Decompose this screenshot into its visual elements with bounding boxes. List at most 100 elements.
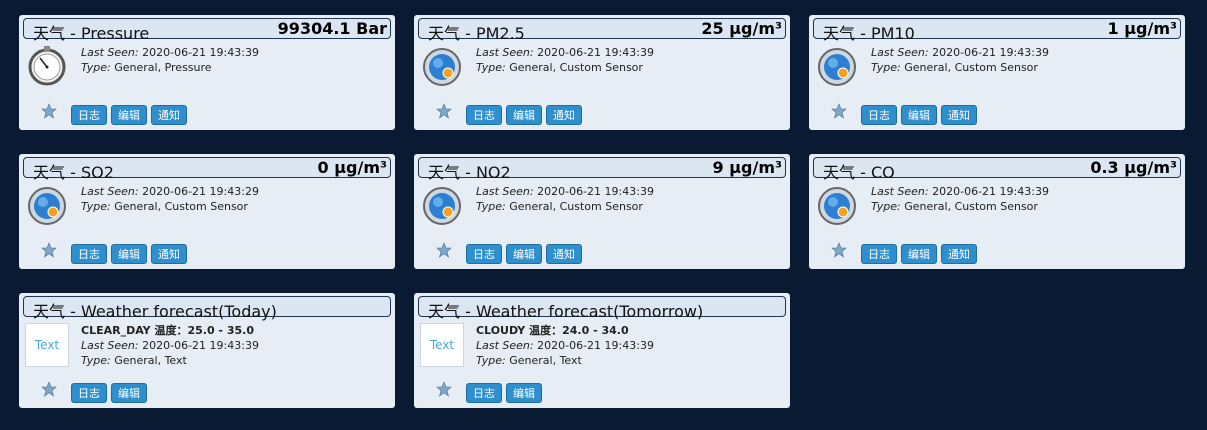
card-title: 天气 - Weather forecast(Tomorrow) (428, 302, 704, 321)
text-icon: Text (25, 323, 69, 367)
edit-button[interactable]: 编辑 (506, 244, 542, 264)
card-title: 天气 - Pressure (33, 24, 150, 43)
card-value: 1 μg/m³ (1107, 19, 1177, 38)
notify-button[interactable]: 通知 (941, 244, 977, 264)
last-seen-label: Last Seen: (476, 46, 534, 59)
notify-button[interactable]: 通知 (546, 105, 582, 125)
custom-sensor-icon (28, 187, 66, 225)
device-card-pm25: 天气 - PM2.5 25 μg/m³ Last Seen: 2020-06-2… (414, 15, 790, 130)
last-seen-value: 2020-06-21 19:43:39 (142, 46, 259, 59)
card-value: 99304.1 Bar (277, 19, 387, 38)
device-card-so2: 天气 - SO2 0 μg/m³ Last Seen: 2020-06-21 1… (19, 154, 395, 269)
favorite-star-icon[interactable] (41, 103, 57, 119)
card-header: 天气 - SO2 0 μg/m³ (23, 157, 391, 182)
edit-button[interactable]: 编辑 (901, 244, 937, 264)
type-value: General, Custom Sensor (904, 200, 1038, 213)
log-button[interactable]: 日志 (466, 244, 502, 264)
last-seen-label: Last Seen: (871, 185, 929, 198)
edit-button[interactable]: 编辑 (506, 383, 542, 403)
favorite-star-icon[interactable] (41, 381, 57, 397)
card-value: 0.3 μg/m³ (1090, 158, 1177, 177)
forecast-status: CLOUDY 温度：24.0 - 34.0 (476, 324, 629, 337)
device-card-co: 天气 - CO 0.3 μg/m³ Last Seen: 2020-06-21 … (809, 154, 1185, 269)
card-header: 天气 - Pressure 99304.1 Bar (23, 18, 391, 43)
last-seen-label: Last Seen: (81, 185, 139, 198)
log-button[interactable]: 日志 (466, 105, 502, 125)
card-value: 9 μg/m³ (712, 158, 782, 177)
type-value: General, Custom Sensor (509, 200, 643, 213)
last-seen-value: 2020-06-21 19:43:39 (537, 185, 654, 198)
type-value: General, Custom Sensor (509, 61, 643, 74)
type-label: Type: (871, 200, 901, 213)
card-info: Last Seen: 2020-06-21 19:43:39 Type: Gen… (871, 184, 1049, 214)
pressure-gauge-icon (28, 46, 66, 86)
custom-sensor-icon (818, 48, 856, 86)
type-value: General, Text (509, 354, 582, 367)
card-info: Last Seen: 2020-06-21 19:43:39 Type: Gen… (81, 45, 259, 75)
type-label: Type: (81, 61, 111, 74)
type-label: Type: (871, 61, 901, 74)
card-info: Last Seen: 2020-06-21 19:43:29 Type: Gen… (81, 184, 259, 214)
last-seen-label: Last Seen: (871, 46, 929, 59)
log-button[interactable]: 日志 (466, 383, 502, 403)
type-value: General, Pressure (114, 61, 212, 74)
custom-sensor-icon (423, 187, 461, 225)
card-title: 天气 - CO (823, 163, 895, 182)
card-title: 天气 - SO2 (33, 163, 114, 182)
edit-button[interactable]: 编辑 (506, 105, 542, 125)
card-header: 天气 - Weather forecast(Tomorrow) (418, 296, 786, 321)
card-title: 天气 - Weather forecast(Today) (33, 302, 277, 321)
favorite-star-icon[interactable] (436, 103, 452, 119)
favorite-star-icon[interactable] (436, 242, 452, 258)
log-button[interactable]: 日志 (861, 244, 897, 264)
card-info: Last Seen: 2020-06-21 19:43:39 Type: Gen… (476, 184, 654, 214)
device-card-forecast-tomorrow: 天气 - Weather forecast(Tomorrow) Text CLO… (414, 293, 790, 408)
text-icon: Text (420, 323, 464, 367)
edit-button[interactable]: 编辑 (111, 105, 147, 125)
favorite-star-icon[interactable] (436, 381, 452, 397)
type-label: Type: (81, 354, 111, 367)
favorite-star-icon[interactable] (831, 242, 847, 258)
card-info: CLOUDY 温度：24.0 - 34.0 Last Seen: 2020-06… (476, 323, 654, 368)
custom-sensor-icon (423, 48, 461, 86)
forecast-status: CLEAR_DAY 温度：25.0 - 35.0 (81, 324, 254, 337)
card-info: CLEAR_DAY 温度：25.0 - 35.0 Last Seen: 2020… (81, 323, 259, 368)
log-button[interactable]: 日志 (71, 383, 107, 403)
favorite-star-icon[interactable] (41, 242, 57, 258)
last-seen-label: Last Seen: (81, 339, 139, 352)
type-label: Type: (476, 61, 506, 74)
device-card-forecast-today: 天气 - Weather forecast(Today) Text CLEAR_… (19, 293, 395, 408)
edit-button[interactable]: 编辑 (111, 244, 147, 264)
type-value: General, Custom Sensor (114, 200, 248, 213)
device-card-no2: 天气 - NO2 9 μg/m³ Last Seen: 2020-06-21 1… (414, 154, 790, 269)
log-button[interactable]: 日志 (71, 105, 107, 125)
last-seen-label: Last Seen: (476, 339, 534, 352)
edit-button[interactable]: 编辑 (901, 105, 937, 125)
card-title: 天气 - PM2.5 (428, 24, 525, 43)
last-seen-value: 2020-06-21 19:43:29 (142, 185, 259, 198)
edit-button[interactable]: 编辑 (111, 383, 147, 403)
card-value: 0 μg/m³ (317, 158, 387, 177)
last-seen-value: 2020-06-21 19:43:39 (142, 339, 259, 352)
device-card-pressure: 天气 - Pressure 99304.1 Bar Last Seen: 202… (19, 15, 395, 130)
log-button[interactable]: 日志 (71, 244, 107, 264)
notify-button[interactable]: 通知 (151, 244, 187, 264)
notify-button[interactable]: 通知 (151, 105, 187, 125)
last-seen-label: Last Seen: (476, 185, 534, 198)
log-button[interactable]: 日志 (861, 105, 897, 125)
notify-button[interactable]: 通知 (941, 105, 977, 125)
type-value: General, Text (114, 354, 187, 367)
card-info: Last Seen: 2020-06-21 19:43:39 Type: Gen… (871, 45, 1049, 75)
card-header: 天气 - NO2 9 μg/m³ (418, 157, 786, 182)
device-card-pm10: 天气 - PM10 1 μg/m³ Last Seen: 2020-06-21 … (809, 15, 1185, 130)
card-header: 天气 - PM2.5 25 μg/m³ (418, 18, 786, 43)
custom-sensor-icon (818, 187, 856, 225)
type-label: Type: (476, 354, 506, 367)
card-value: 25 μg/m³ (701, 19, 782, 38)
last-seen-value: 2020-06-21 19:43:39 (537, 339, 654, 352)
favorite-star-icon[interactable] (831, 103, 847, 119)
notify-button[interactable]: 通知 (546, 244, 582, 264)
type-label: Type: (81, 200, 111, 213)
card-header: 天气 - PM10 1 μg/m³ (813, 18, 1181, 43)
last-seen-value: 2020-06-21 19:43:39 (932, 46, 1049, 59)
